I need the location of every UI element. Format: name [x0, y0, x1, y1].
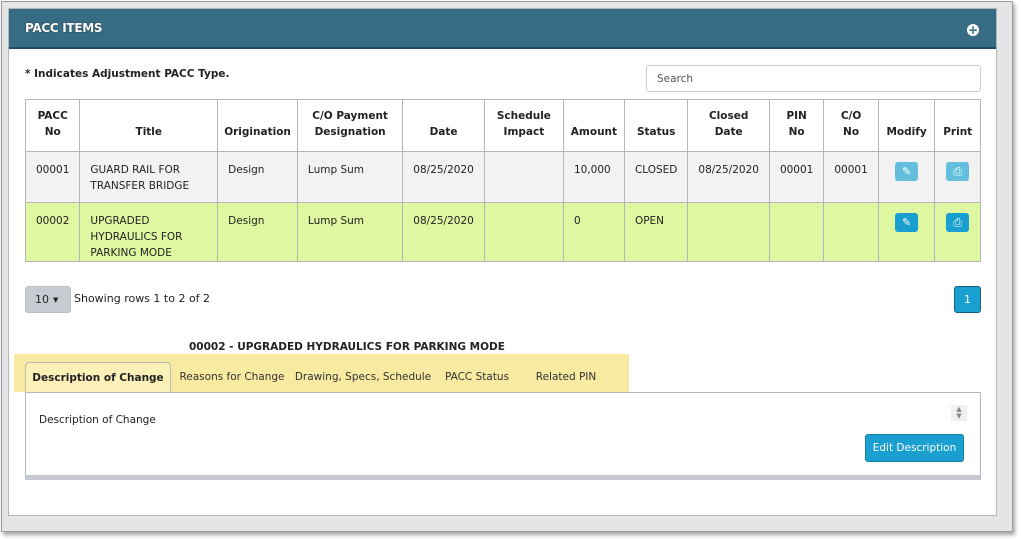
cell-origination: Design	[217, 202, 298, 262]
page-button-1[interactable]: 1	[954, 286, 981, 313]
tab-reasons-for-change[interactable]: Reasons for Change	[171, 362, 293, 392]
detail-title: 00002 - UPGRADED HYDRAULICS FOR PARKING …	[189, 341, 505, 353]
tab-drawing-specs-schedule[interactable]: Drawing, Specs, Schedule	[293, 362, 433, 392]
tab-description-of-change[interactable]: Description of Change	[25, 362, 171, 392]
column-header-pacc-no[interactable]: PACC No	[24, 99, 81, 152]
cell-schedule-impact	[483, 151, 564, 203]
column-header-amount[interactable]: Amount	[562, 99, 625, 152]
column-header-print: Print	[934, 99, 981, 152]
cell-closed-date	[687, 202, 770, 262]
cell-pin-no	[768, 202, 825, 262]
cell-print: ⎙	[934, 151, 981, 203]
column-header-closed-date[interactable]: Closed Date	[687, 99, 770, 152]
tab-related-pin[interactable]: Related PIN	[521, 362, 611, 392]
column-header-co-no[interactable]: C/O No	[823, 99, 879, 152]
cell-title: UPGRADED HYDRAULICS FOR PARKING MODE	[79, 202, 219, 262]
pacc-table: PACC No Title Origination C/O Payment De…	[24, 99, 981, 262]
description-label: Description of Change	[39, 414, 156, 426]
column-header-status[interactable]: Status	[623, 99, 689, 152]
column-header-modify: Modify	[877, 99, 936, 152]
page-size-dropdown[interactable]: 10 ▼	[25, 286, 71, 313]
search-input[interactable]	[646, 65, 981, 92]
caret-down-icon: ▼	[53, 296, 59, 304]
cell-pacc-no: 00002	[24, 202, 81, 262]
table-row[interactable]: 00001 GUARD RAIL FOR TRANSFER BRIDGE Des…	[24, 151, 981, 203]
cell-date: 08/25/2020	[402, 202, 485, 262]
plus-circle-icon[interactable]: +	[967, 24, 979, 36]
panel-header: PACC ITEMS +	[9, 9, 996, 49]
cell-co-no	[823, 202, 879, 262]
table-header-row: PACC No Title Origination C/O Payment De…	[24, 99, 981, 152]
cell-modify: ✎	[877, 202, 936, 262]
cell-title: GUARD RAIL FOR TRANSFER BRIDGE	[79, 151, 219, 203]
pacc-items-panel: PACC ITEMS + * Indicates Adjustment PACC…	[8, 8, 997, 516]
cell-pin-no: 00001	[768, 151, 825, 203]
column-header-date[interactable]: Date	[402, 99, 485, 152]
cell-amount: 0	[562, 202, 625, 262]
page-size-value: 10	[35, 293, 49, 306]
window-frame: PACC ITEMS + * Indicates Adjustment PACC…	[1, 1, 1013, 532]
cell-closed-date: 08/25/2020	[687, 151, 770, 203]
print-icon[interactable]: ⎙	[946, 213, 970, 232]
cell-status: OPEN	[623, 202, 689, 262]
tab-content: Description of Change ▲ ▼ Edit Descriptio…	[25, 392, 981, 480]
cell-print: ⎙	[934, 202, 981, 262]
tab-pacc-status[interactable]: PACC Status	[433, 362, 521, 392]
column-header-pin-no[interactable]: PIN No	[768, 99, 825, 152]
cell-schedule-impact	[483, 202, 564, 262]
cell-pacc-no: 00001	[24, 151, 81, 203]
table-row[interactable]: 00002 UPGRADED HYDRAULICS FOR PARKING MO…	[24, 202, 981, 262]
column-header-payment-designation[interactable]: C/O Payment Designation	[296, 99, 404, 152]
cell-payment-designation: Lump Sum	[296, 202, 404, 262]
column-header-origination[interactable]: Origination	[217, 99, 298, 152]
cell-origination: Design	[217, 151, 298, 203]
edit-description-button[interactable]: Edit Description	[865, 434, 964, 462]
cell-date: 08/25/2020	[402, 151, 485, 203]
panel-title: PACC ITEMS	[25, 21, 103, 35]
column-header-schedule-impact[interactable]: Schedule Impact	[483, 99, 564, 152]
edit-icon[interactable]: ✎	[895, 213, 919, 232]
print-icon[interactable]: ⎙	[946, 162, 970, 181]
cell-amount: 10,000	[562, 151, 625, 203]
cell-modify: ✎	[877, 151, 936, 203]
column-header-title[interactable]: Title	[79, 99, 219, 152]
cell-payment-designation: Lump Sum	[296, 151, 404, 203]
cell-status: CLOSED	[623, 151, 689, 203]
rows-summary: Showing rows 1 to 2 of 2	[74, 292, 211, 305]
edit-icon[interactable]: ✎	[895, 162, 919, 181]
sort-spinner-icon[interactable]: ▲ ▼	[951, 405, 967, 421]
adjustment-note: * Indicates Adjustment PACC Type.	[25, 68, 230, 80]
cell-co-no: 00001	[823, 151, 879, 203]
